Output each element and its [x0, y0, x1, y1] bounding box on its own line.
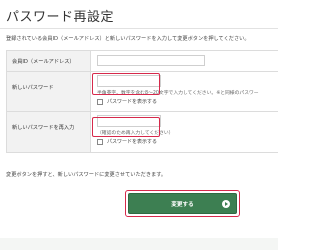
confirm-password-highlight — [92, 117, 160, 137]
confirm-password-label: 新しいパスワードを再入力 — [7, 112, 91, 152]
new-password-show-toggle[interactable]: パスワードを表示する — [97, 98, 157, 105]
member-id-cell — [91, 51, 278, 71]
change-button[interactable]: 変更する — [128, 193, 237, 214]
new-password-show-checkbox[interactable] — [97, 98, 103, 105]
change-button-label: 変更する — [171, 201, 194, 208]
submit-note: 変更ボタンを押すと、新しいパスワードに変更させていただきます。 — [6, 172, 167, 178]
password-reset-form: 会員ID（メールアドレス） 新しいパスワード 半角英字、数字を含む8～20文字で… — [6, 50, 278, 153]
arrow-circle-right-icon — [222, 199, 230, 208]
confirm-password-show-checkbox[interactable] — [97, 138, 103, 145]
new-password-show-label: パスワードを表示する — [107, 99, 158, 105]
member-id-row: 会員ID（メールアドレス） — [7, 51, 278, 72]
submit-highlight: 変更する — [125, 190, 240, 217]
new-password-highlight — [92, 73, 160, 95]
page-title: パスワード再設定 — [6, 10, 115, 25]
new-password-label: 新しいパスワード — [7, 72, 91, 111]
member-id-label: 会員ID（メールアドレス） — [7, 51, 91, 71]
confirm-password-show-label: パスワードを表示する — [107, 139, 158, 145]
confirm-password-show-toggle[interactable]: パスワードを表示する — [97, 138, 157, 145]
member-id-input[interactable] — [97, 55, 205, 66]
title-divider — [0, 28, 278, 29]
footer-band — [0, 238, 278, 250]
intro-text: 登録されている会員ID（メールアドレス）と新しいパスワードを入力して変更ボタンを… — [6, 36, 250, 42]
